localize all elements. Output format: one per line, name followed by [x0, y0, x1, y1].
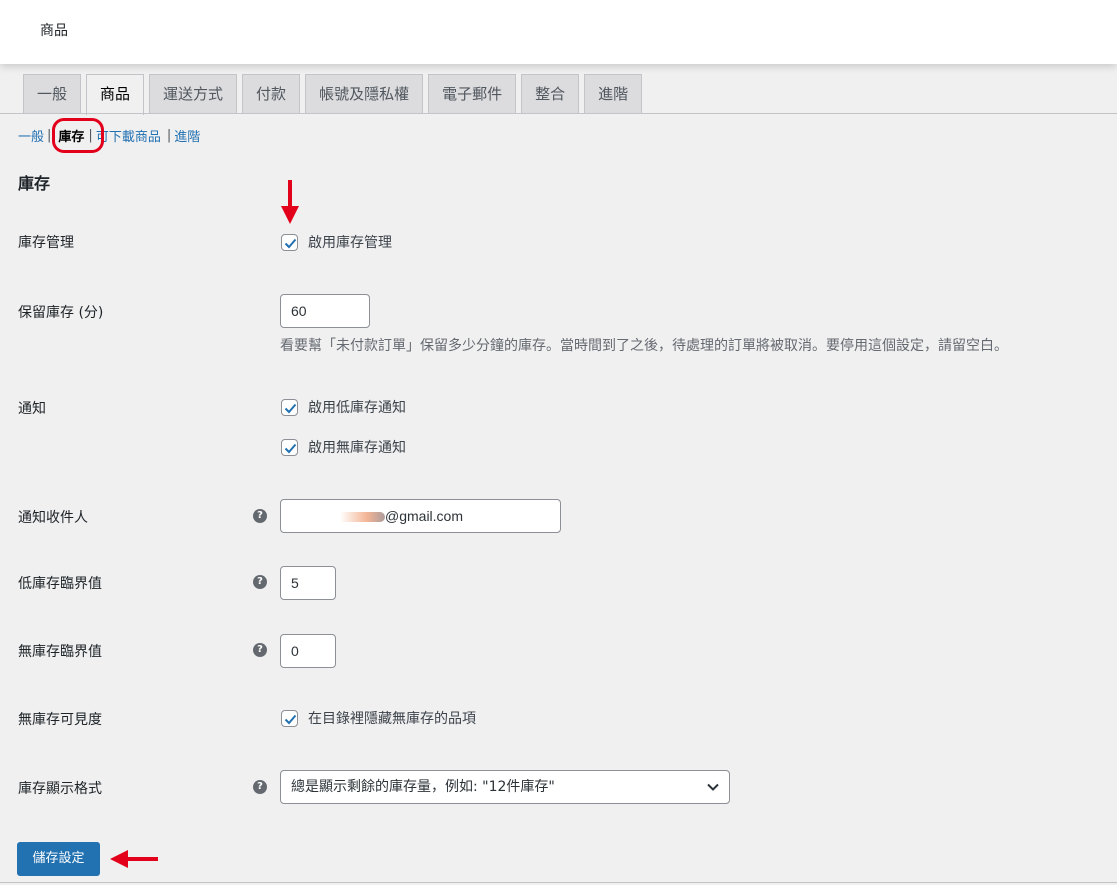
manage-stock-label: 庫存管理 [18, 235, 74, 251]
out-of-stock-threshold-input[interactable]: 0 [280, 634, 336, 668]
tab-integration[interactable]: 整合 [521, 74, 580, 113]
separator: | [47, 128, 52, 143]
arrow-left-icon [110, 850, 158, 868]
hold-stock-label: 保留庫存 (分) [18, 305, 104, 321]
tab-general[interactable]: 一般 [23, 74, 82, 113]
checkbox-box[interactable] [281, 233, 298, 251]
hide-out-of-stock-checkbox[interactable]: 在目錄裡隱藏無庫存的品項 [281, 708, 476, 728]
out-of-stock-notification-label: 啟用無庫存通知 [308, 440, 406, 456]
tab-products[interactable]: 商品 [86, 74, 145, 115]
checkmark-icon [284, 403, 297, 413]
subsection-advanced[interactable]: 進階 [174, 126, 200, 145]
notifications-label: 通知 [18, 401, 46, 417]
top-bar: 商品 [0, 0, 1117, 64]
redacted-email [295, 512, 385, 523]
checkmark-icon [284, 714, 297, 724]
help-icon[interactable]: ? [253, 780, 267, 794]
tab-payments[interactable]: 付款 [242, 74, 301, 113]
settings-tabs: 一般 商品 運送方式 付款 帳號及隱私權 電子郵件 整合 進階 [23, 74, 647, 115]
manage-stock-checkbox[interactable]: 啟用庫存管理 [281, 232, 392, 252]
checkbox-box[interactable] [281, 709, 298, 727]
checkbox-box[interactable] [281, 438, 298, 456]
checkmark-icon [284, 443, 297, 453]
bottom-divider [0, 882, 1117, 883]
subsection-downloadable[interactable]: 可下載商品 [96, 126, 161, 145]
out-of-stock-threshold-label: 無庫存臨界值 [18, 644, 102, 660]
checkbox-box[interactable] [281, 398, 298, 416]
chevron-down-icon [707, 783, 719, 791]
save-settings-button[interactable]: 儲存設定 [17, 842, 100, 876]
hide-out-of-stock-label: 在目錄裡隱藏無庫存的品項 [308, 711, 476, 727]
notification-recipient-value: @gmail.com [385, 508, 464, 524]
tab-emails[interactable]: 電子郵件 [428, 74, 517, 113]
stock-display-format-label: 庫存顯示格式 [18, 781, 102, 797]
out-of-stock-notification-checkbox[interactable]: 啟用無庫存通知 [281, 437, 406, 457]
arrow-down-icon [281, 180, 299, 224]
low-stock-notification-checkbox[interactable]: 啟用低庫存通知 [281, 397, 406, 417]
low-stock-notification-label: 啟用低庫存通知 [308, 400, 406, 416]
tabs-divider [0, 113, 1117, 114]
section-title: 庫存 [18, 174, 51, 193]
help-icon[interactable]: ? [253, 575, 267, 589]
page-title: 商品 [40, 23, 68, 39]
notification-recipient-input[interactable]: @gmail.com [280, 499, 561, 533]
manage-stock-checkbox-label: 啟用庫存管理 [308, 235, 392, 251]
highlight-ring [52, 118, 104, 153]
hold-stock-description: 看要幫「未付款訂單」保留多少分鐘的庫存。當時間到了之後，待處理的訂單將被取消。要… [280, 338, 1008, 354]
subsection-general[interactable]: 一般 [18, 126, 44, 145]
checkmark-icon [284, 238, 297, 248]
help-icon[interactable]: ? [253, 643, 267, 657]
tab-accounts-privacy[interactable]: 帳號及隱私權 [305, 74, 424, 113]
tab-shipping[interactable]: 運送方式 [149, 74, 238, 113]
tab-advanced[interactable]: 進階 [584, 74, 643, 113]
separator: | [166, 128, 172, 143]
hold-stock-input[interactable]: 60 [280, 294, 370, 328]
subsection-nav: 一般 | 庫存 | 可下載商品 | 進階 [18, 126, 200, 145]
out-of-stock-visibility-label: 無庫存可見度 [18, 712, 102, 728]
low-stock-threshold-label: 低庫存臨界值 [18, 576, 102, 592]
help-icon[interactable]: ? [253, 509, 267, 523]
low-stock-threshold-input[interactable]: 5 [280, 566, 336, 600]
stock-display-format-value: 總是顯示剩餘的庫存量，例如: "12件庫存" [291, 779, 555, 795]
notification-recipient-label: 通知收件人 [18, 510, 88, 526]
stock-display-format-select[interactable]: 總是顯示剩餘的庫存量，例如: "12件庫存" [280, 770, 730, 804]
